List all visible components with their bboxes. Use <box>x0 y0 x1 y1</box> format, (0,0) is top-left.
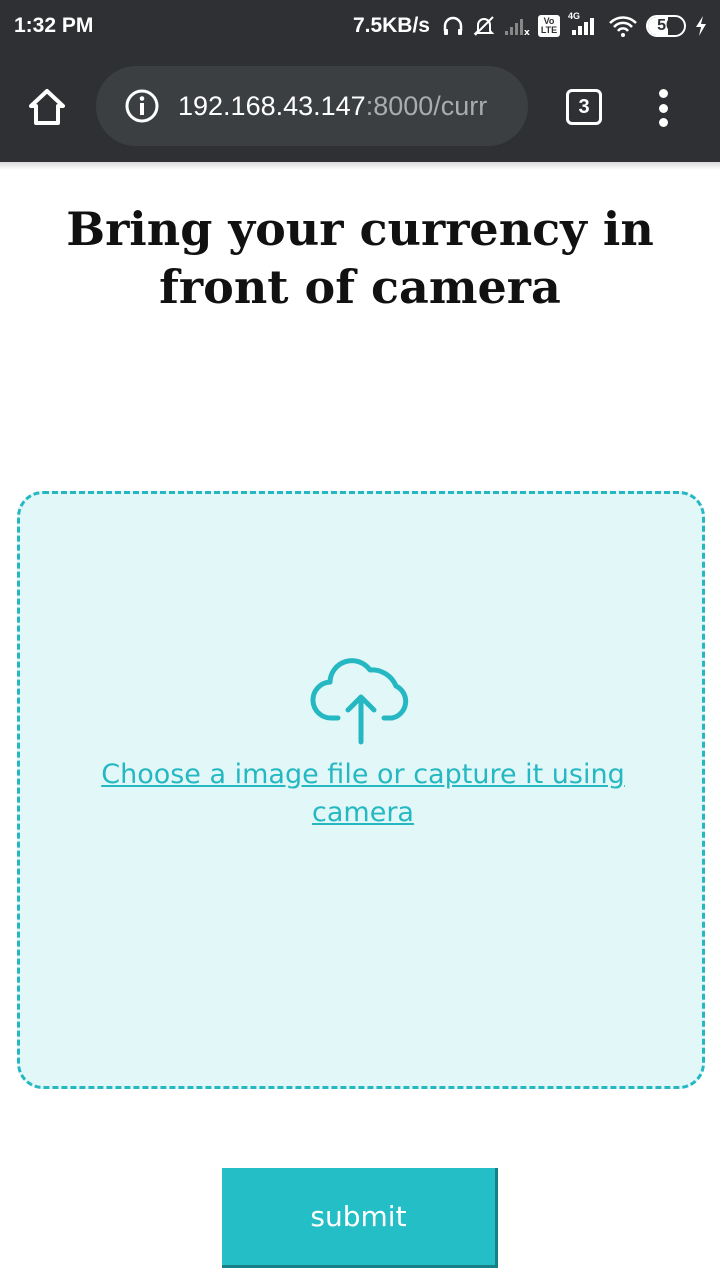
browser-toolbar: 192.168.43.147:8000/curr 3 <box>0 52 720 162</box>
status-icons: 7.5KB/s x Vo LTE 4G 56 <box>352 11 708 38</box>
home-button[interactable] <box>26 86 68 128</box>
submit-button[interactable]: submit <box>222 1168 498 1268</box>
tab-switcher-button[interactable]: 3 <box>566 89 602 125</box>
url-path: :8000/curr <box>365 90 488 121</box>
cloud-upload-icon <box>310 658 409 745</box>
info-icon[interactable] <box>124 88 160 124</box>
choose-file-link[interactable]: Choose a image file or capture it using … <box>60 756 666 832</box>
menu-dot <box>658 118 668 127</box>
wifi-icon <box>609 16 637 37</box>
menu-dot <box>658 103 668 113</box>
status-bar: 1:32 PM 7.5KB/s x Vo LTE 4G 56 <box>0 0 720 52</box>
network-type: 4G <box>567 11 580 21</box>
home-icon <box>29 89 65 125</box>
upload-dropzone[interactable]: Choose a image file or capture it using … <box>17 491 705 1089</box>
url-host: 192.168.43.147 <box>178 90 366 121</box>
svg-text:x: x <box>524 28 530 37</box>
status-time: 1:32 PM <box>14 14 94 37</box>
toolbar-shadow <box>0 162 720 170</box>
net-speed: 7.5KB/s <box>352 14 430 37</box>
battery-level: 56 <box>657 17 675 34</box>
more-vert-icon[interactable] <box>650 86 676 130</box>
page-title: Bring your currency in front of camera <box>66 202 654 314</box>
headphones-icon <box>443 16 463 35</box>
battery-icon: 56 <box>646 15 686 37</box>
url-text[interactable]: 192.168.43.147:8000/curr <box>178 91 508 122</box>
address-bar[interactable]: 192.168.43.147:8000/curr <box>96 66 528 146</box>
signal-icon: x <box>504 19 530 37</box>
menu-dot <box>658 89 668 98</box>
volte-icon: Vo LTE <box>537 15 560 37</box>
mute-bell-icon <box>473 16 495 36</box>
charging-icon <box>696 16 706 36</box>
